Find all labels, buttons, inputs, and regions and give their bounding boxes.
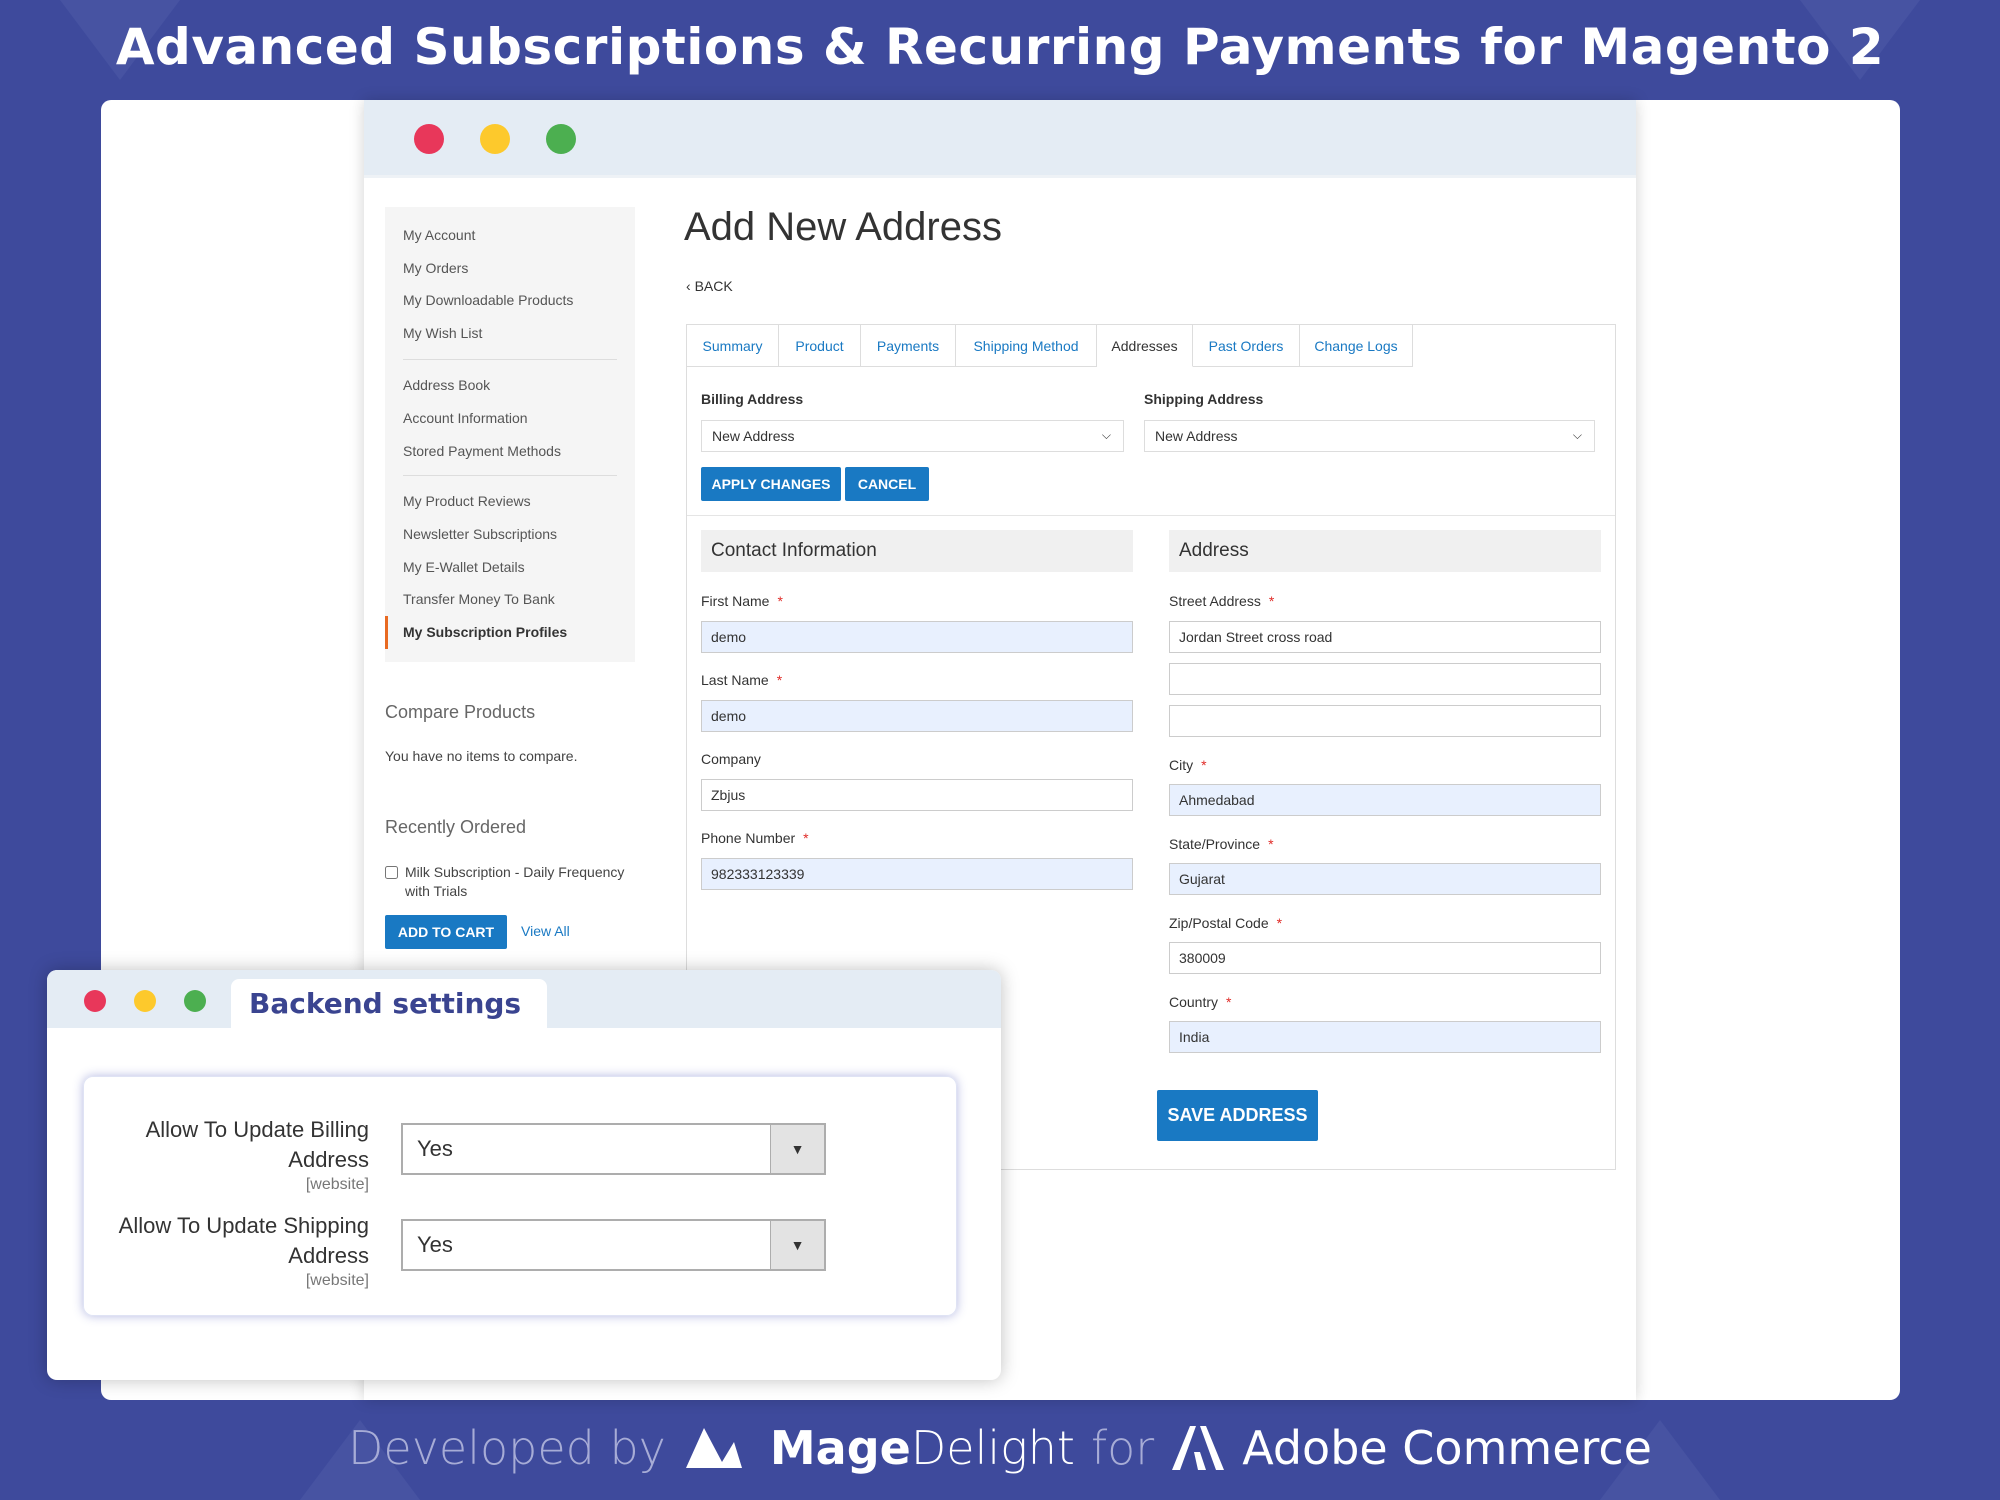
shipping-address-value: New Address [1155, 428, 1238, 444]
headline: Advanced Subscriptions & Recurring Payme… [115, 18, 1885, 76]
company-input[interactable]: Zbjus [701, 779, 1133, 811]
account-sidebar: My Account My Orders My Downloadable Pro… [385, 207, 635, 662]
billing-update-select[interactable]: Yes ▼ [401, 1123, 826, 1175]
tab-past-orders[interactable]: Past Orders [1193, 325, 1300, 367]
view-all-link[interactable]: View All [521, 923, 570, 939]
sidebar-item-account-information[interactable]: Account Information [403, 410, 528, 426]
backend-titlebar: Backend settings [47, 970, 1001, 1028]
scope-label: [website] [305, 1272, 369, 1289]
window-titlebar [364, 100, 1636, 178]
state-input[interactable]: Gujarat [1169, 863, 1601, 895]
tab-product[interactable]: Product [779, 325, 861, 367]
chevron-left-icon: ‹ [686, 278, 695, 294]
cancel-button[interactable]: CANCEL [845, 467, 929, 501]
shipping-update-value: Yes [417, 1232, 453, 1257]
address-heading: Address [1169, 530, 1601, 572]
tab-addresses[interactable]: Addresses [1097, 325, 1193, 367]
zip-label: Zip/Postal Code * [1169, 915, 1283, 931]
shipping-update-select[interactable]: Yes ▼ [401, 1219, 826, 1271]
page-title: Add New Address [684, 205, 1002, 249]
magedelight-brand: MageDelight [769, 1421, 1075, 1475]
company-label: Company [701, 751, 761, 767]
first-name-label: First Name * [701, 593, 783, 609]
adobe-logo-icon [1172, 1426, 1225, 1470]
country-select[interactable]: India [1169, 1021, 1601, 1053]
sidebar-item-stored-payment-methods[interactable]: Stored Payment Methods [403, 443, 561, 459]
street-address-line-3[interactable] [1169, 705, 1601, 737]
sidebar-item-address-book[interactable]: Address Book [403, 377, 490, 393]
sidebar-item-my-account[interactable]: My Account [403, 227, 475, 243]
add-to-cart-button[interactable]: ADD TO CART [385, 915, 507, 949]
sidebar-item-newsletter[interactable]: Newsletter Subscriptions [403, 526, 557, 542]
dropdown-arrow-icon: ▼ [770, 1221, 824, 1269]
street-address-label: Street Address * [1169, 593, 1275, 609]
section-divider [687, 515, 1615, 516]
for-text: for [1090, 1421, 1155, 1475]
backend-settings-tab[interactable]: Backend settings [231, 979, 547, 1028]
back-label: BACK [694, 278, 733, 294]
maximize-dot-icon[interactable] [184, 990, 206, 1012]
contact-information-heading: Contact Information [701, 530, 1133, 572]
compare-products-title: Compare Products [385, 702, 536, 722]
street-address-line-1[interactable]: Jordan Street cross road [1169, 621, 1601, 653]
compare-empty-text: You have no items to compare. [385, 748, 578, 764]
backend-settings-window: Backend settings Allow To Update Billing… [47, 970, 1001, 1380]
developed-by-text: Developed by [347, 1421, 666, 1475]
adobe-commerce-text: Adobe Commerce [1242, 1421, 1652, 1475]
billing-address-value: New Address [712, 428, 795, 444]
zip-input[interactable]: 380009 [1169, 942, 1601, 974]
recent-item-checkbox[interactable] [385, 866, 398, 879]
active-marker [385, 616, 388, 649]
shipping-address-select[interactable]: New Address ⌵ [1144, 420, 1595, 452]
sidebar-divider [403, 359, 617, 360]
state-label: State/Province * [1169, 836, 1274, 852]
phone-number-label: Phone Number * [701, 830, 809, 846]
last-name-input[interactable]: demo [701, 700, 1133, 732]
recent-item-label: Milk Subscription - Daily Frequency with… [405, 864, 625, 899]
first-name-input[interactable]: demo [701, 621, 1133, 653]
sidebar-item-downloadable-products[interactable]: My Downloadable Products [403, 292, 573, 308]
close-dot-icon[interactable] [414, 124, 444, 154]
scope-label: [website] [305, 1176, 369, 1193]
minimize-dot-icon[interactable] [134, 990, 156, 1012]
sidebar-item-transfer-money[interactable]: Transfer Money To Bank [403, 591, 555, 607]
billing-update-label: Allow To Update Billing Address [website… [84, 1115, 369, 1195]
city-input[interactable]: Ahmedabad [1169, 784, 1601, 816]
backend-settings-card: Allow To Update Billing Address [website… [83, 1076, 957, 1316]
shipping-update-label: Allow To Update Shipping Address [websit… [84, 1211, 369, 1291]
sidebar-item-wish-list[interactable]: My Wish List [403, 325, 482, 341]
city-label: City * [1169, 757, 1207, 773]
dropdown-arrow-icon: ▼ [770, 1125, 824, 1173]
sidebar-item-my-orders[interactable]: My Orders [403, 260, 468, 276]
recently-ordered-title: Recently Ordered [385, 817, 527, 837]
street-address-line-2[interactable] [1169, 663, 1601, 695]
tab-change-logs[interactable]: Change Logs [1300, 325, 1413, 367]
last-name-label: Last Name * [701, 672, 783, 688]
tab-payments[interactable]: Payments [861, 325, 956, 367]
billing-address-label: Billing Address [701, 391, 804, 407]
close-dot-icon[interactable] [84, 990, 106, 1012]
shipping-address-label: Shipping Address [1144, 391, 1264, 407]
minimize-dot-icon[interactable] [480, 124, 510, 154]
sidebar-item-subscription-profiles[interactable]: My Subscription Profiles [403, 624, 567, 640]
sidebar-divider [403, 475, 617, 476]
chevron-down-icon: ⌵ [1572, 428, 1582, 442]
save-address-button[interactable]: SAVE ADDRESS [1157, 1090, 1318, 1141]
tab-shipping-method[interactable]: Shipping Method [956, 325, 1097, 367]
maximize-dot-icon[interactable] [546, 124, 576, 154]
country-label: Country * [1169, 994, 1232, 1010]
billing-update-value: Yes [417, 1136, 453, 1161]
back-link[interactable]: ‹ BACK [686, 278, 733, 294]
chevron-down-icon: ⌵ [1101, 428, 1111, 442]
sidebar-item-product-reviews[interactable]: My Product Reviews [403, 493, 531, 509]
tab-summary[interactable]: Summary [687, 325, 779, 367]
phone-number-input[interactable]: 982333123339 [701, 858, 1133, 890]
billing-address-select[interactable]: New Address ⌵ [701, 420, 1124, 452]
magedelight-logo-icon [685, 1428, 742, 1468]
sidebar-item-e-wallet[interactable]: My E-Wallet Details [403, 559, 525, 575]
apply-changes-button[interactable]: APPLY CHANGES [701, 467, 841, 501]
footer-credit: Developed by MageDelight for Adobe Comme… [0, 1418, 2000, 1478]
